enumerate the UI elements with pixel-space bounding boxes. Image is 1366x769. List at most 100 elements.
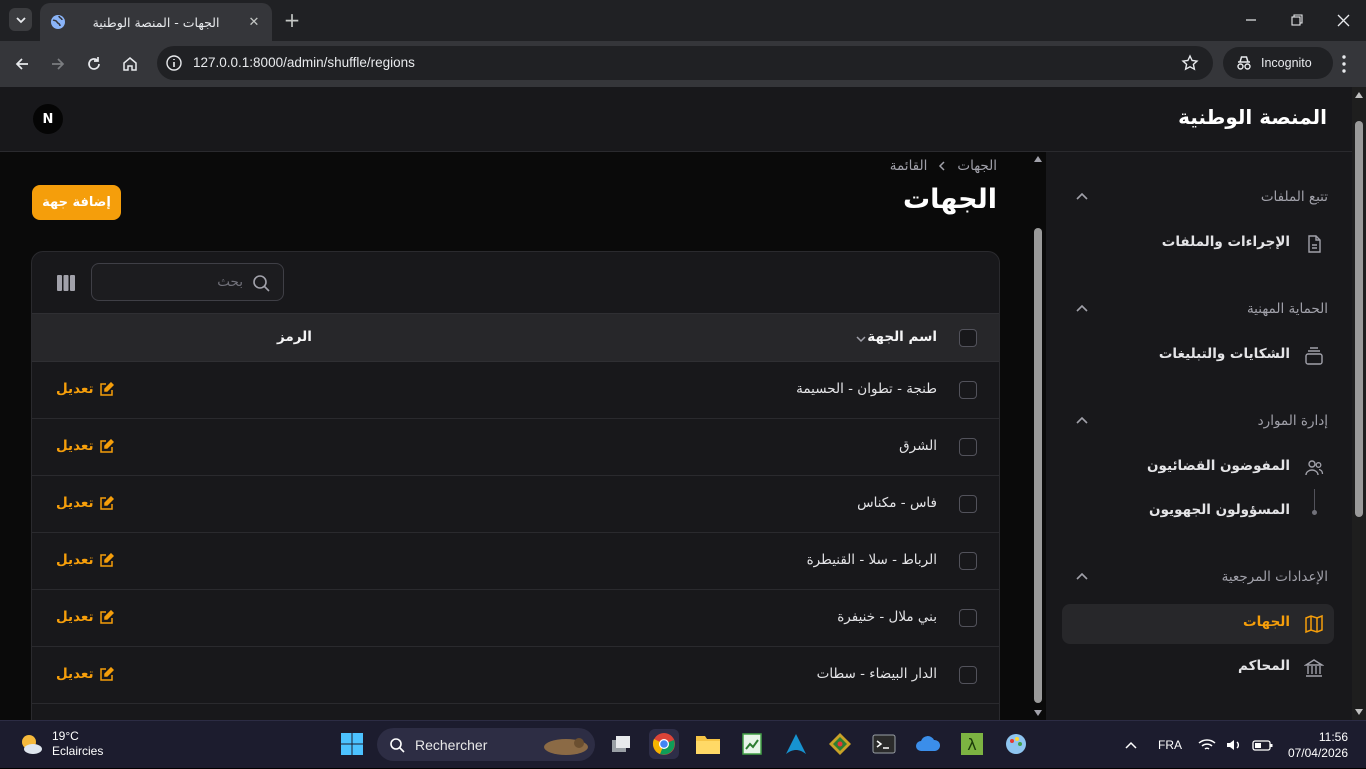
sidebar-item-bailiffs[interactable]: المفوضون القضائيون bbox=[1062, 448, 1334, 488]
battery-icon bbox=[1252, 740, 1273, 751]
content-scroll-thumb[interactable] bbox=[1034, 228, 1042, 703]
sidebar-item-regions[interactable]: الجهات bbox=[1062, 604, 1334, 644]
chevron-up-icon[interactable] bbox=[1074, 413, 1090, 429]
region-name: طنجة - تطوان - الحسيمة bbox=[796, 381, 937, 397]
sidebar-item-courts[interactable]: المحاكم bbox=[1062, 648, 1334, 688]
git-app-icon[interactable] bbox=[825, 729, 855, 759]
sidebar-group-label: الحماية المهنية bbox=[1246, 301, 1328, 317]
arrow-right-icon bbox=[52, 58, 65, 70]
arch-app-icon[interactable] bbox=[781, 729, 811, 759]
chevron-up-icon bbox=[1125, 741, 1137, 749]
close-tab-icon[interactable]: ✕ bbox=[246, 15, 262, 30]
edit-link[interactable]: تعديل bbox=[56, 666, 114, 682]
back-button[interactable] bbox=[12, 54, 32, 74]
row-checkbox[interactable] bbox=[959, 552, 977, 570]
breadcrumb-root-link[interactable]: الجهات bbox=[957, 158, 997, 174]
row-checkbox[interactable] bbox=[959, 609, 977, 627]
paint-app-icon[interactable] bbox=[1001, 729, 1031, 759]
browser-tab-active[interactable]: الجهات - المنصة الوطنية ✕ bbox=[40, 3, 272, 41]
sort-chevron-down-icon[interactable] bbox=[855, 333, 867, 345]
columns-toggle-icon[interactable] bbox=[56, 274, 76, 292]
row-checkbox[interactable] bbox=[959, 438, 977, 456]
chevron-up-icon[interactable] bbox=[1074, 189, 1090, 205]
close-window-button[interactable] bbox=[1320, 0, 1366, 40]
table-row: بني ملال - خنيفرة تعديل bbox=[32, 590, 999, 647]
sidebar-item-procedures[interactable]: الإجراءات والملفات bbox=[1062, 224, 1334, 264]
sidebar-group-protection[interactable]: الحماية المهنية bbox=[1072, 297, 1328, 323]
edit-link[interactable]: تعديل bbox=[56, 438, 114, 454]
spreadsheet-app-icon[interactable] bbox=[737, 729, 767, 759]
scroll-up-arrow-icon[interactable] bbox=[1033, 155, 1043, 163]
user-avatar[interactable]: N bbox=[33, 104, 63, 134]
building-library-icon bbox=[1304, 659, 1324, 677]
browser-menu-icon[interactable] bbox=[1336, 53, 1352, 75]
sidebar-item-regional-managers[interactable]: المسؤولون الجهويون bbox=[1062, 492, 1334, 532]
region-name: فاس - مكناس bbox=[857, 495, 937, 511]
restore-button[interactable] bbox=[1274, 0, 1320, 40]
row-checkbox[interactable] bbox=[959, 381, 977, 399]
edit-link[interactable]: تعديل bbox=[56, 609, 114, 625]
language-indicator[interactable]: FRA bbox=[1158, 721, 1182, 769]
region-name: بني ملال - خنيفرة bbox=[837, 609, 937, 625]
taskbar-search[interactable]: Rechercher bbox=[377, 728, 595, 761]
column-header-name[interactable]: اسم الجهة bbox=[867, 329, 937, 345]
row-checkbox[interactable] bbox=[959, 666, 977, 684]
new-tab-button[interactable]: + bbox=[282, 9, 302, 31]
brand-title[interactable]: المنصة الوطنية bbox=[1178, 105, 1327, 129]
task-view-icon[interactable] bbox=[606, 729, 636, 759]
sidebar-item-complaints[interactable]: الشكايات والتبليغات bbox=[1062, 336, 1334, 376]
breadcrumb: الجهات القائمة bbox=[890, 158, 997, 174]
sidebar-group-settings[interactable]: الإعدادات المرجعية bbox=[1072, 565, 1328, 591]
site-info-icon[interactable] bbox=[165, 54, 183, 72]
show-hidden-icons-button[interactable] bbox=[1124, 721, 1138, 769]
chevron-up-icon[interactable] bbox=[1074, 301, 1090, 317]
edit-link[interactable]: تعديل bbox=[56, 495, 114, 511]
chevron-up-icon[interactable] bbox=[1074, 569, 1090, 585]
start-button[interactable] bbox=[337, 729, 367, 759]
edit-label: تعديل bbox=[56, 666, 94, 682]
forward-button[interactable] bbox=[48, 54, 68, 74]
chrome-taskbar-icon[interactable] bbox=[649, 729, 679, 759]
globe-icon bbox=[50, 14, 66, 30]
bookmark-star-icon[interactable] bbox=[1181, 54, 1199, 72]
scroll-up-arrow-icon[interactable] bbox=[1354, 91, 1364, 99]
scroll-down-arrow-icon[interactable] bbox=[1033, 709, 1043, 717]
edit-link[interactable]: تعديل bbox=[56, 381, 114, 397]
sidebar-group-files[interactable]: تتبع الملفات bbox=[1072, 185, 1328, 211]
page-scroll-thumb[interactable] bbox=[1355, 121, 1363, 517]
scroll-down-arrow-icon[interactable] bbox=[1354, 708, 1364, 716]
edit-label: تعديل bbox=[56, 381, 94, 397]
address-bar[interactable]: 127.0.0.1:8000/admin/shuffle/regions bbox=[157, 46, 1213, 80]
url-text[interactable]: 127.0.0.1:8000/admin/shuffle/regions bbox=[193, 46, 415, 80]
column-header-code[interactable]: الرمز bbox=[277, 329, 312, 345]
system-tray[interactable] bbox=[1198, 721, 1274, 769]
select-all-checkbox[interactable] bbox=[959, 329, 977, 347]
weather-temperature: 19°C bbox=[52, 729, 79, 743]
sidebar-group-resources[interactable]: إدارة الموارد bbox=[1072, 409, 1328, 435]
pencil-square-icon bbox=[99, 439, 114, 453]
weather-widget[interactable]: 19°C Eclaircies bbox=[18, 729, 103, 759]
content-scrollbar[interactable] bbox=[1030, 152, 1046, 720]
file-explorer-icon[interactable] bbox=[693, 729, 723, 759]
sidebar-item-label: الإجراءات والملفات bbox=[1161, 234, 1290, 250]
windows-taskbar: 19°C Eclaircies Rechercher λ FRA 11:56 0… bbox=[0, 720, 1366, 768]
terminal-icon[interactable] bbox=[869, 729, 899, 759]
tab-search-button[interactable] bbox=[9, 8, 32, 31]
add-region-button[interactable]: إضافة جهة bbox=[32, 185, 121, 220]
search-input[interactable]: بحث bbox=[91, 263, 284, 301]
edit-label: تعديل bbox=[56, 438, 94, 454]
windows-logo-icon bbox=[341, 733, 363, 755]
lambda-app-icon[interactable]: λ bbox=[957, 729, 987, 759]
reload-button[interactable] bbox=[84, 54, 104, 74]
inbox-stack-icon bbox=[1305, 347, 1323, 365]
row-checkbox[interactable] bbox=[959, 495, 977, 513]
search-icon bbox=[253, 275, 270, 292]
cloud-app-icon[interactable] bbox=[913, 729, 943, 759]
clock[interactable]: 11:56 07/04/2026 bbox=[1282, 721, 1348, 769]
incognito-indicator[interactable]: Incognito bbox=[1223, 47, 1333, 79]
edit-link[interactable]: تعديل bbox=[56, 552, 114, 568]
app-topbar: N المنصة الوطنية bbox=[0, 87, 1352, 152]
home-button[interactable] bbox=[120, 54, 140, 74]
minimize-button[interactable] bbox=[1228, 0, 1274, 40]
page-scrollbar[interactable] bbox=[1352, 87, 1366, 720]
